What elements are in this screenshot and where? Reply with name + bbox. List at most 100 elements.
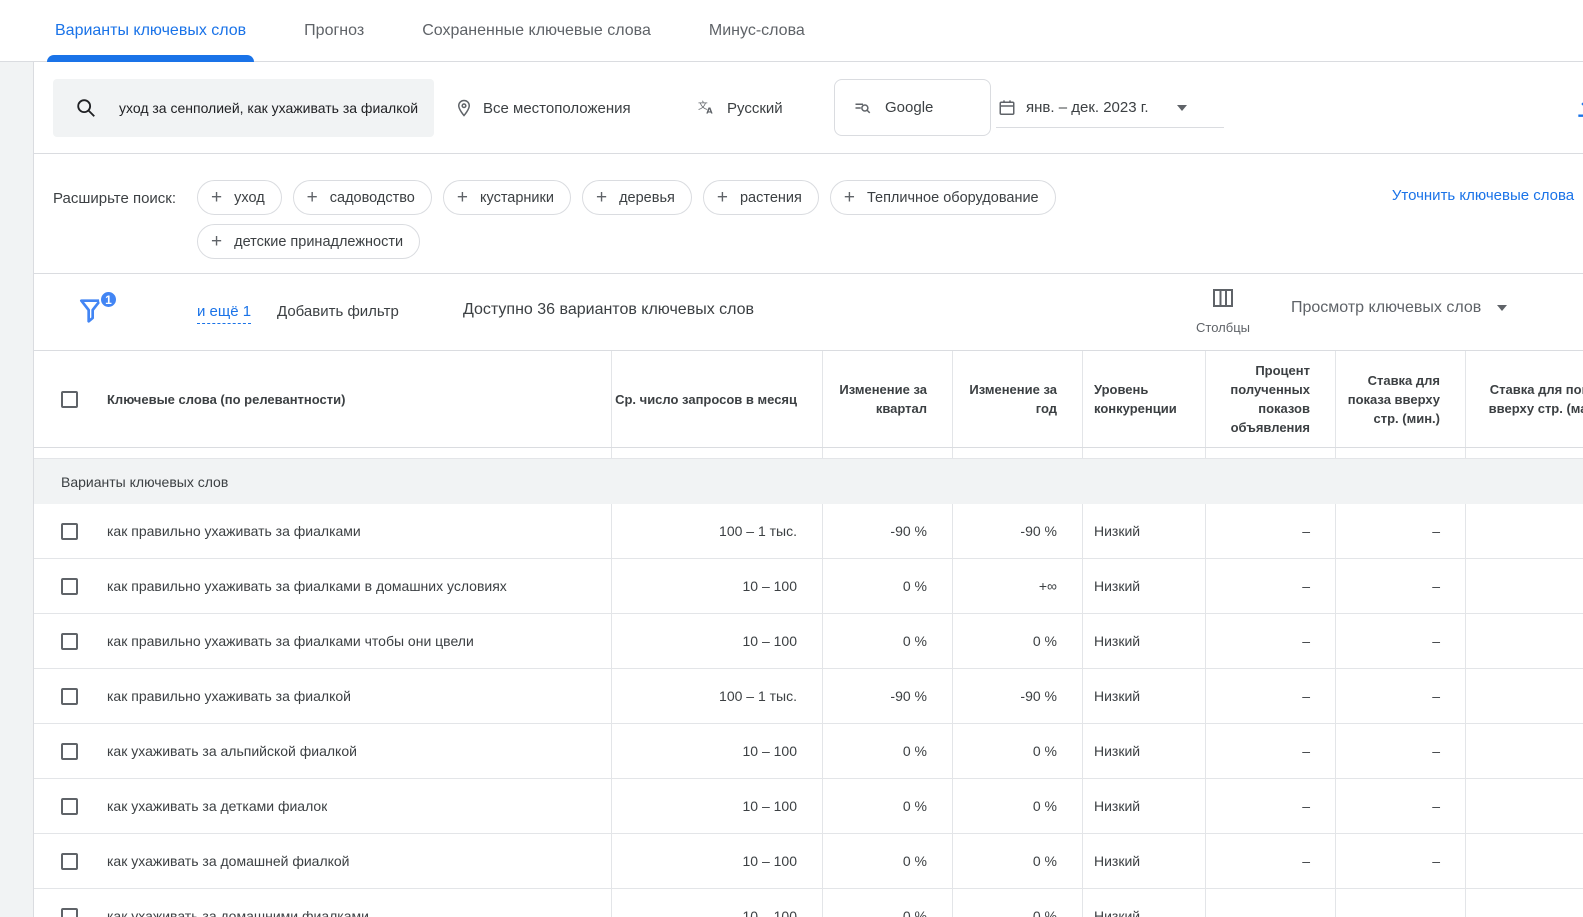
competition-value: Низкий [1082, 724, 1205, 778]
plus-icon: + [211, 231, 223, 252]
tab-label: Варианты ключевых слов [55, 21, 247, 39]
expand-search-label: Расширьте поиск: [53, 190, 177, 207]
row-checkbox[interactable] [61, 742, 78, 760]
add-keyword-chip[interactable]: + деревья [581, 180, 692, 215]
header-top-bid-high[interactable]: Ставка для показа вверху стр. (макс.) [1465, 351, 1583, 447]
tab-keyword-ideas[interactable]: Варианты ключевых слов [46, 0, 255, 62]
competition-value: Низкий [1082, 504, 1205, 558]
avg-monthly-searches-value: 100 – 1 тыс. [611, 669, 822, 723]
qoq-change-value: -90 % [822, 669, 952, 723]
table-row: как правильно ухаживать за фиалками 100 … [34, 504, 1583, 559]
add-keyword-chip[interactable]: + садоводство [292, 180, 432, 215]
header-avg-monthly-searches[interactable]: Ср. число запросов в месяц [611, 351, 822, 447]
calendar-icon [998, 98, 1016, 117]
header-label: Процент полученных показов объявления [1230, 363, 1310, 435]
chip-label: деревья [619, 189, 675, 206]
tab-negative-keywords[interactable]: Минус-слова [709, 0, 805, 62]
header-yoy-change[interactable]: Изменение за год [952, 351, 1082, 447]
date-range-selector[interactable]: янв. – дек. 2023 г. [996, 88, 1224, 128]
avg-monthly-searches-value: 10 – 100 [611, 559, 822, 613]
row-checkbox[interactable] [61, 907, 78, 917]
keyword-text: как правильно ухаживать за фиалками чтоб… [107, 633, 474, 649]
plus-icon: + [456, 187, 468, 208]
chip-label: растения [739, 189, 802, 206]
add-filter-button[interactable]: Добавить фильтр [277, 303, 399, 320]
impression-share-value: – [1205, 779, 1335, 833]
row-checkbox[interactable] [61, 632, 78, 650]
keyword-ideas-section-label: Варианты ключевых слов [34, 459, 1583, 504]
header-qoq-change[interactable]: Изменение за квартал [822, 351, 952, 447]
row-checkbox[interactable] [61, 852, 78, 870]
avg-monthly-searches-value: 10 – 100 [611, 779, 822, 833]
columns-button[interactable]: Столбцы [1191, 286, 1255, 335]
yoy-change-value: -90 % [952, 504, 1082, 558]
impression-share-value: – [1205, 614, 1335, 668]
top-bid-low-value: – [1335, 504, 1465, 558]
tab-saved-keywords[interactable]: Сохраненные ключевые слова [422, 0, 651, 62]
top-bid-high-value: – [1465, 834, 1583, 888]
keyword-search-input[interactable]: уход за сенполией, как ухаживать за фиал… [53, 79, 434, 137]
header-impression-share[interactable]: Процент полученных показов объявления [1205, 351, 1335, 447]
row-checkbox[interactable] [61, 522, 78, 540]
row-checkbox[interactable] [61, 687, 78, 705]
filter-count-badge: 1 [99, 290, 118, 309]
qoq-change-value: -90 % [822, 504, 952, 558]
location-selector[interactable]: Все местоположения [455, 62, 631, 154]
keywords-view-dropdown[interactable]: Просмотр ключевых слов [1291, 299, 1508, 317]
header-label: Ставка для показа вверху стр. (макс.) [1488, 382, 1583, 416]
chip-label: кустарники [479, 189, 554, 206]
keywords-view-label: Просмотр ключевых слов [1291, 299, 1482, 316]
tab-label: Минус-слова [708, 21, 805, 39]
top-bid-low-value: – [1335, 559, 1465, 613]
header-label: Изменение за год [969, 382, 1057, 416]
competition-value: Низкий [1082, 779, 1205, 833]
row-checkbox[interactable] [61, 577, 78, 595]
refine-keywords-link[interactable]: Уточнить ключевые слова [1383, 174, 1583, 207]
language-label: Русский [727, 99, 783, 117]
yoy-change-value: 0 % [952, 614, 1082, 668]
add-keyword-chip[interactable]: + уход [197, 180, 282, 215]
tab-forecast[interactable]: Прогноз [304, 0, 364, 62]
top-bid-high-value: – [1465, 504, 1583, 558]
top-bid-high-value: – [1465, 779, 1583, 833]
row-checkbox[interactable] [61, 797, 78, 815]
plus-icon: + [716, 187, 728, 208]
header-competition[interactable]: Уровень конкуренции [1082, 351, 1205, 447]
top-bid-high-value: – [1465, 669, 1583, 723]
add-keyword-chip[interactable]: + детские принадлежности [197, 224, 421, 259]
plus-icon: + [843, 187, 855, 208]
competition-value: Низкий [1082, 834, 1205, 888]
add-keyword-chip[interactable]: + растения [702, 180, 819, 215]
results-summary: Доступно 36 вариантов ключевых слов [463, 301, 755, 318]
header-top-bid-low[interactable]: Ставка для показа вверху стр. (мин.) [1335, 351, 1465, 447]
yoy-change-value: 0 % [952, 834, 1082, 888]
columns-label: Столбцы [1196, 320, 1250, 335]
yoy-change-value: 0 % [952, 889, 1082, 917]
location-label: Все местоположения [483, 99, 631, 117]
table-row: как правильно ухаживать за фиалкой 100 –… [34, 669, 1583, 724]
network-selector[interactable]: Google [834, 79, 991, 136]
filter-funnel-button[interactable]: 1 [76, 290, 118, 334]
table-row: как ухаживать за домашними фиалками 10 –… [34, 889, 1583, 917]
table-body: как правильно ухаживать за фиалками 100 … [34, 504, 1583, 917]
language-selector[interactable]: 文A Русский [697, 62, 783, 154]
add-keyword-chip[interactable]: + кустарники [442, 180, 571, 215]
keyword-ideas-card: уход за сенполией, как ухаживать за фиал… [33, 62, 1583, 917]
add-keyword-chip[interactable]: + Тепличное оборудование [829, 180, 1056, 215]
avg-monthly-searches-value: 100 – 1 тыс. [611, 504, 822, 558]
plus-icon: + [306, 187, 318, 208]
keyword-text: как ухаживать за альпийской фиалкой [107, 743, 357, 759]
select-all-checkbox[interactable] [61, 390, 78, 408]
more-filters-link[interactable]: и ещё 1 [197, 303, 252, 324]
download-button[interactable] [1574, 94, 1583, 125]
search-icon [75, 97, 97, 119]
table-header-row: Ключевые слова (по релевантности) Ср. чи… [34, 351, 1583, 448]
tab-label: Прогноз [304, 21, 365, 39]
qoq-change-value: 0 % [822, 779, 952, 833]
impression-share-value: – [1205, 724, 1335, 778]
top-bid-high-value: – [1465, 889, 1583, 917]
avg-monthly-searches-value: 10 – 100 [611, 724, 822, 778]
date-range-label: янв. – дек. 2023 г. [1026, 99, 1149, 116]
impression-share-value: – [1205, 504, 1335, 558]
competition-value: Низкий [1082, 669, 1205, 723]
